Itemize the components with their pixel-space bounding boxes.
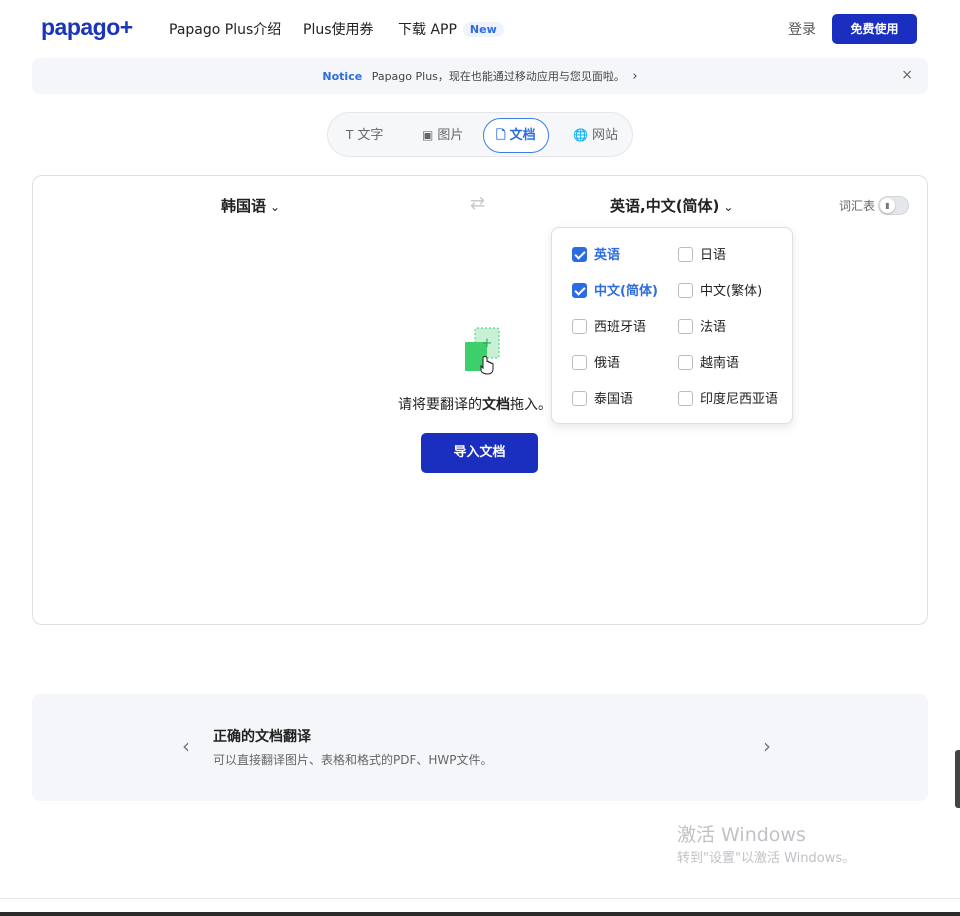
- lang-option-french[interactable]: 法语: [678, 316, 726, 336]
- feature-title: 正确的文档翻译: [213, 729, 311, 745]
- chevron-down-icon: ⌄: [270, 200, 281, 214]
- checkbox[interactable]: [572, 319, 587, 334]
- nav-plus-voucher[interactable]: Plus使用券: [303, 19, 374, 39]
- lang-option-vietnamese[interactable]: 越南语: [678, 352, 739, 372]
- checkbox[interactable]: [678, 247, 693, 262]
- windows-activation-title: 激活 Windows: [677, 824, 806, 846]
- checkbox[interactable]: [678, 283, 693, 298]
- drop-instruction: 请将要翻译的文档拖入。: [398, 397, 552, 413]
- svg-text:+: +: [482, 336, 493, 351]
- target-language-dropdown: 英语 日语 中文(简体) 中文(繁体) 西班牙语 法语 俄语 越南语 泰国语 印…: [551, 227, 793, 424]
- notice-text: Papago Plus，现在也能通过移动应用与您见面啦。: [371, 70, 625, 83]
- divider: [0, 898, 960, 899]
- nav-download-app-label: 下载 APP: [398, 22, 457, 38]
- tab-document[interactable]: 🗋 文档: [483, 118, 549, 153]
- side-scroll-tab[interactable]: [955, 750, 960, 808]
- source-language-select[interactable]: 韩国语 ⌄: [221, 195, 280, 216]
- lang-option-russian[interactable]: 俄语: [572, 352, 620, 372]
- glossary-toggle[interactable]: ▮: [878, 196, 909, 215]
- tab-website[interactable]: 🌐 网站: [561, 118, 630, 153]
- lang-option-english[interactable]: 英语: [572, 244, 620, 264]
- chevron-right-icon[interactable]: ›: [763, 734, 771, 758]
- target-language-label: 英语,中文(简体): [610, 197, 720, 215]
- checkbox[interactable]: [572, 283, 587, 298]
- mode-tabs: T 文字 ▣ 图片 🗋 文档 🌐 网站: [327, 112, 633, 157]
- document-upload-icon: +: [465, 327, 500, 375]
- windows-activation-subtitle: 转到"设置"以激活 Windows。: [677, 851, 856, 866]
- notice-tag: Notice: [322, 70, 363, 83]
- bookmark-icon: ▮: [880, 198, 895, 213]
- checkbox[interactable]: [678, 319, 693, 334]
- tab-document-label: 文档: [509, 128, 536, 143]
- feature-carousel: ‹ 正确的文档翻译 可以直接翻译图片、表格和格式的PDF、HWP文件。 ›: [32, 694, 928, 801]
- chevron-down-icon: ⌄: [723, 200, 734, 214]
- free-use-button[interactable]: 免费使用: [832, 14, 917, 44]
- nav-plus-intro[interactable]: Papago Plus介绍: [169, 19, 281, 39]
- text-icon: T: [346, 128, 354, 142]
- tab-image[interactable]: ▣ 图片: [410, 118, 475, 153]
- image-icon: ▣: [422, 128, 434, 142]
- checkbox[interactable]: [572, 391, 587, 406]
- close-icon[interactable]: ×: [901, 67, 913, 83]
- glossary-label: 词汇表: [839, 199, 876, 213]
- checkbox[interactable]: [572, 355, 587, 370]
- source-language-label: 韩国语: [221, 197, 267, 215]
- top-header: papago+ Papago Plus介绍 Plus使用券 下载 APP New …: [0, 0, 960, 58]
- globe-icon: 🌐: [573, 128, 588, 142]
- chevron-left-icon[interactable]: ‹: [182, 734, 190, 758]
- checkbox[interactable]: [678, 355, 693, 370]
- lang-option-japanese[interactable]: 日语: [678, 244, 726, 264]
- chevron-right-icon: ›: [632, 69, 638, 84]
- taskbar-edge: [0, 912, 960, 916]
- notice-content[interactable]: Notice Papago Plus，现在也能通过移动应用与您见面啦。 ›: [32, 68, 928, 84]
- swap-languages-icon[interactable]: ⇄: [470, 193, 485, 214]
- nav-download-app[interactable]: 下载 APP New: [398, 19, 504, 39]
- notice-banner: Notice Papago Plus，现在也能通过移动应用与您见面啦。 › ×: [32, 58, 928, 94]
- lang-option-thai[interactable]: 泰国语: [572, 388, 633, 408]
- checkbox[interactable]: [572, 247, 587, 262]
- login-link[interactable]: 登录: [788, 19, 816, 39]
- new-badge: New: [462, 22, 504, 37]
- tab-website-label: 网站: [591, 128, 618, 143]
- document-icon: 🗋: [496, 128, 506, 142]
- tab-text-label: 文字: [357, 128, 384, 143]
- tab-text[interactable]: T 文字: [334, 118, 395, 153]
- lang-option-spanish[interactable]: 西班牙语: [572, 316, 646, 336]
- target-language-select[interactable]: 英语,中文(简体) ⌄: [610, 195, 733, 216]
- lang-option-chinese-simplified[interactable]: 中文(简体): [572, 280, 658, 300]
- import-document-button[interactable]: 导入文档: [421, 433, 538, 473]
- translator-panel: 韩国语 ⌄ ⇄ 英语,中文(简体) ⌄ 词汇表 ▮ + 请将要翻译的文档拖入。 导入…: [32, 175, 928, 625]
- lang-option-indonesian[interactable]: 印度尼西亚语: [678, 388, 778, 408]
- papago-logo[interactable]: papago+: [41, 14, 133, 41]
- checkbox[interactable]: [678, 391, 693, 406]
- tab-image-label: 图片: [437, 128, 464, 143]
- lang-option-chinese-traditional[interactable]: 中文(繁体): [678, 280, 762, 300]
- feature-description: 可以直接翻译图片、表格和格式的PDF、HWP文件。: [213, 753, 493, 767]
